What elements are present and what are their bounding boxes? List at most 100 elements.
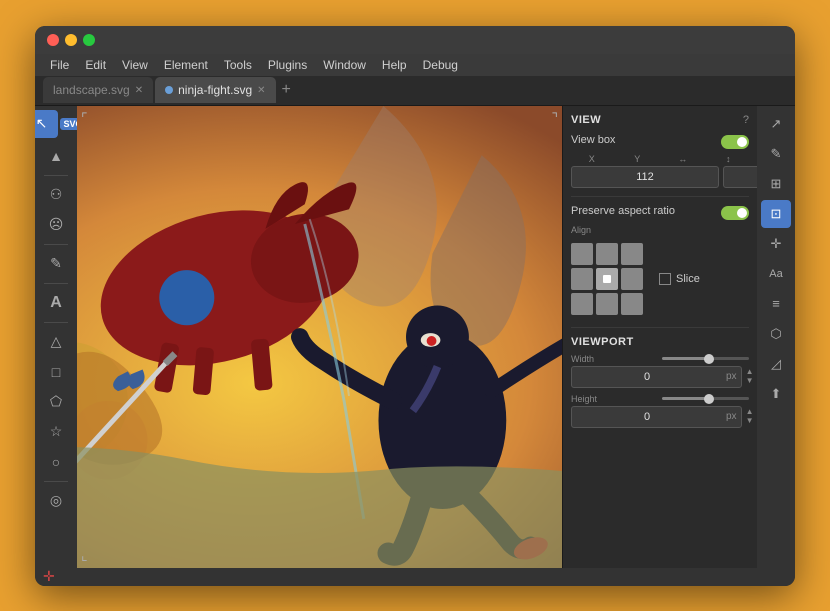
close-button[interactable] <box>47 34 59 46</box>
separator-3 <box>44 283 68 284</box>
tab-ninja[interactable]: ninja-fight.svg ✕ <box>155 77 275 103</box>
pentagon-tool[interactable]: ⬠ <box>40 388 72 416</box>
viewport-section: Viewport Width <box>571 336 749 428</box>
node-tool[interactable]: ▲ <box>40 142 72 170</box>
separator-1 <box>44 175 68 176</box>
align-tr[interactable] <box>621 243 643 265</box>
width-input-wrap: px <box>571 366 742 388</box>
vb-y-label: Y <box>617 154 659 164</box>
width-up[interactable]: ▲ <box>746 368 754 376</box>
spiral-tool[interactable]: ◎ <box>40 487 72 515</box>
width-field: px ▲ ▼ <box>571 366 749 388</box>
right-toolbar: ↗ ✎ ⊞ ⊡ ✛ Aa ≡ ⬡ ◿ ⬆ <box>757 106 795 568</box>
align-tl[interactable] <box>571 243 593 265</box>
height-slider-thumb[interactable] <box>704 394 714 404</box>
view-help-button[interactable]: ? <box>743 114 749 126</box>
height-field: px ▲ ▼ <box>571 406 749 428</box>
title-bar <box>35 26 795 54</box>
viewbox-inputs <box>571 166 749 188</box>
tabs-bar: landscape.svg ✕ ninja-fight.svg ✕ + <box>35 76 795 106</box>
align-tc[interactable] <box>596 243 618 265</box>
vb-x-input[interactable] <box>571 166 719 188</box>
app-window: File Edit View Element Tools Plugins Win… <box>35 26 795 586</box>
height-up[interactable]: ▲ <box>746 408 754 416</box>
rect-tool[interactable]: □ <box>40 358 72 386</box>
width-slider[interactable] <box>662 357 749 360</box>
menu-window[interactable]: Window <box>316 56 373 74</box>
height-down[interactable]: ▼ <box>746 417 754 425</box>
corner-bl: ⌞ <box>81 547 88 564</box>
tab-add-button[interactable]: + <box>282 81 291 99</box>
vb-h-label: ↕ <box>708 154 750 164</box>
menu-plugins[interactable]: Plugins <box>261 56 314 74</box>
divider-1 <box>571 196 749 197</box>
person-tool[interactable]: ⚇ <box>40 181 72 209</box>
height-label: Height <box>571 394 658 404</box>
menu-file[interactable]: File <box>43 56 76 74</box>
select-tool[interactable]: ↖ <box>35 110 58 138</box>
rt-layers-tool[interactable]: ⊞ <box>761 170 791 198</box>
tab-dot-icon <box>165 86 173 94</box>
face-tool[interactable]: ☹ <box>40 211 72 239</box>
menu-debug[interactable]: Debug <box>416 56 465 74</box>
width-down[interactable]: ▼ <box>746 377 754 385</box>
ellipse-tool[interactable]: ○ <box>40 448 72 476</box>
width-input[interactable] <box>572 371 722 383</box>
separator-5 <box>44 481 68 482</box>
crosshair-icon: ✛ <box>43 568 55 585</box>
vb-x-label: X <box>571 154 613 164</box>
pencil-tool[interactable]: ✎ <box>40 250 72 278</box>
height-input[interactable] <box>572 411 722 423</box>
rt-fit-tool[interactable]: ⊡ <box>761 200 791 228</box>
tab-ninja-close[interactable]: ✕ <box>257 85 265 96</box>
menu-element[interactable]: Element <box>157 56 215 74</box>
tab-landscape-label: landscape.svg <box>53 83 130 97</box>
triangle-tool[interactable]: △ <box>40 328 72 356</box>
vb-y-input[interactable] <box>723 166 757 188</box>
maximize-button[interactable] <box>83 34 95 46</box>
rt-mask-tool[interactable]: ⬡ <box>761 320 791 348</box>
width-stepper[interactable]: ▲ ▼ <box>746 368 754 385</box>
preserve-label: Preserve aspect ratio <box>571 205 675 217</box>
slice-checkbox[interactable] <box>659 273 671 285</box>
viewbox-label: View box <box>571 134 615 146</box>
menu-help[interactable]: Help <box>375 56 414 74</box>
slice-label: Slice <box>676 273 700 285</box>
rt-font-tool[interactable]: Aa <box>761 260 791 288</box>
width-slider-thumb[interactable] <box>704 354 714 364</box>
minimize-button[interactable] <box>65 34 77 46</box>
text-tool[interactable]: A <box>40 289 72 317</box>
width-slider-row: Width <box>571 354 749 364</box>
align-grid <box>571 243 643 315</box>
separator-2 <box>44 244 68 245</box>
height-unit: px <box>722 411 741 422</box>
menu-edit[interactable]: Edit <box>78 56 113 74</box>
bottom-bar: ✛ <box>35 568 795 586</box>
tab-landscape[interactable]: landscape.svg ✕ <box>43 77 153 103</box>
height-stepper[interactable]: ▲ ▼ <box>746 408 754 425</box>
viewbox-toggle[interactable] <box>721 135 749 149</box>
align-bl[interactable] <box>571 293 593 315</box>
align-br[interactable] <box>621 293 643 315</box>
rt-angle-tool[interactable]: ◿ <box>761 350 791 378</box>
canvas-area[interactable]: ⌜ ⌝ ⌞ <box>77 106 562 568</box>
align-bc[interactable] <box>596 293 618 315</box>
rt-pen-tool[interactable]: ✎ <box>761 140 791 168</box>
rt-cursor-tool[interactable]: ↗ <box>761 110 791 138</box>
rt-move-tool[interactable]: ✛ <box>761 230 791 258</box>
tab-landscape-close[interactable]: ✕ <box>135 85 143 96</box>
align-label: Align <box>571 225 749 235</box>
align-mr[interactable] <box>621 268 643 290</box>
viewport-title: Viewport <box>571 336 749 348</box>
align-mc[interactable] <box>596 268 618 290</box>
menu-tools[interactable]: Tools <box>217 56 259 74</box>
menu-view[interactable]: View <box>115 56 155 74</box>
align-ml[interactable] <box>571 268 593 290</box>
height-slider[interactable] <box>662 397 749 400</box>
star-tool[interactable]: ☆ <box>40 418 72 446</box>
rt-list-tool[interactable]: ≡ <box>761 290 791 318</box>
preserve-toggle[interactable] <box>721 206 749 220</box>
rt-export-tool[interactable]: ⬆ <box>761 380 791 408</box>
view-section: VIEW ? View box X Y <box>571 114 749 428</box>
menu-bar: File Edit View Element Tools Plugins Win… <box>35 54 795 76</box>
